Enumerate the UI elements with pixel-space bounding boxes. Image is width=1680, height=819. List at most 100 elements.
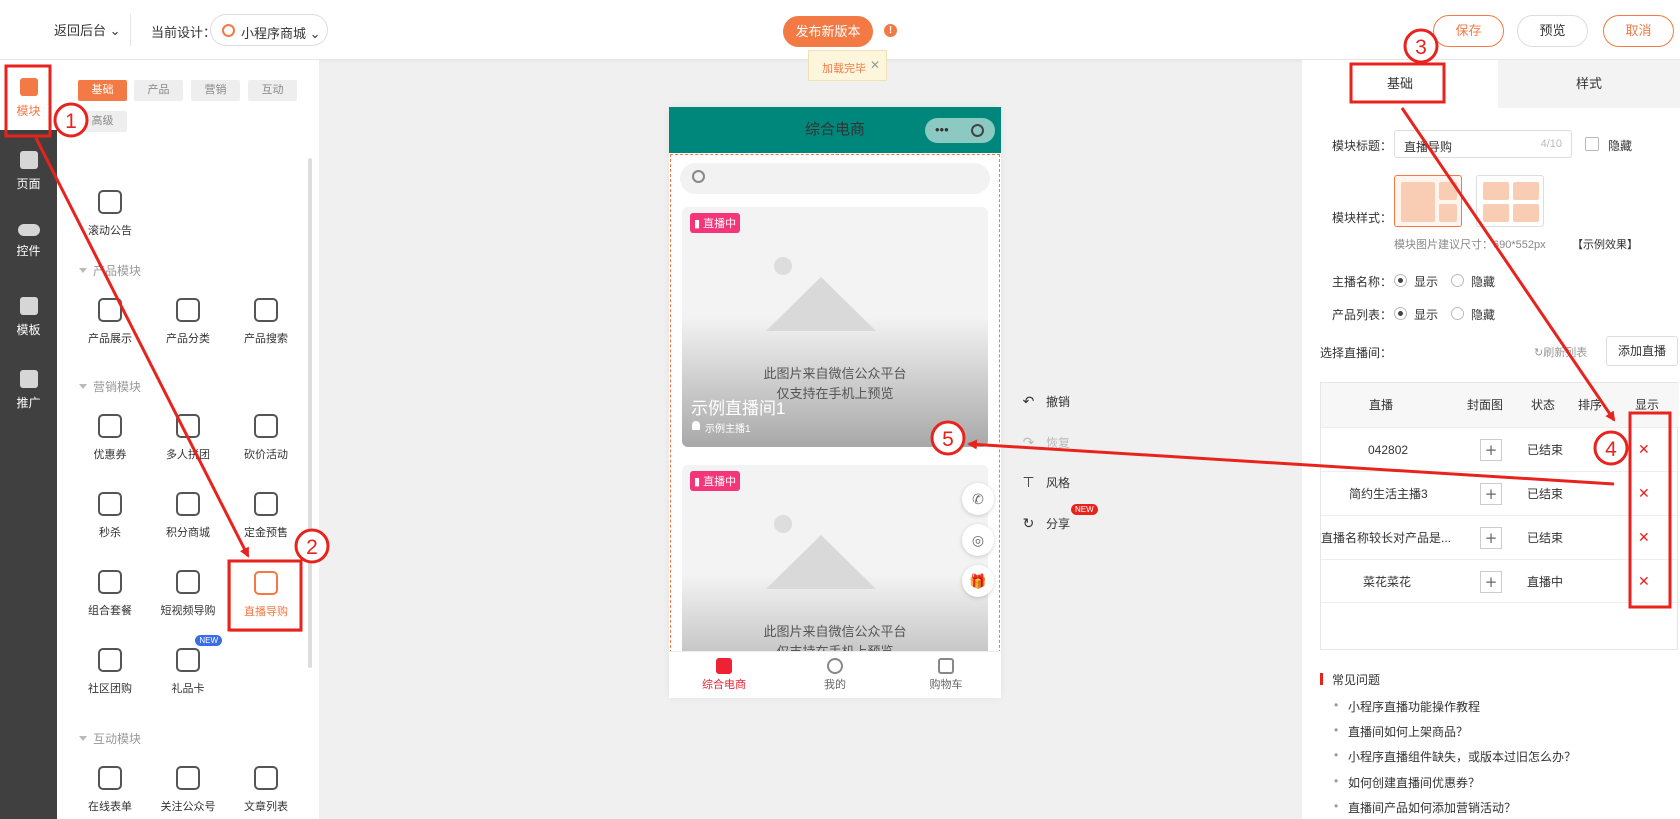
tab-home[interactable]: 综合电商 [669, 652, 779, 692]
image-icon [1439, 204, 1457, 222]
image-size-hint: 模块图片建议尺寸：690*552px [1394, 239, 1546, 251]
wechat-float-button[interactable]: ◎ [962, 524, 994, 556]
cancel-button[interactable]: 取消 [1603, 15, 1674, 47]
sidebar-item-module[interactable]: 模块 [0, 60, 57, 130]
module-community-group[interactable]: 社区团购 [74, 638, 146, 710]
preview-button[interactable]: 预览 [1517, 15, 1588, 47]
faq-link[interactable]: 小程序直播组件缺失，或版本过旧怎么办？ [1334, 748, 1576, 765]
filter-tab-interaction[interactable]: 互动 [248, 80, 297, 101]
filter-tab-advanced[interactable]: 高级 [78, 111, 127, 132]
module-follow-account[interactable]: 关注公众号 [152, 756, 224, 819]
style-option-1[interactable] [1394, 175, 1462, 227]
hide-checkbox[interactable] [1585, 137, 1599, 151]
save-button[interactable]: 保存 [1433, 15, 1504, 47]
share-button[interactable]: ↻ 分享 [1021, 515, 1070, 532]
module-product-display[interactable]: 产品展示 [74, 288, 146, 360]
sidebar-item-page[interactable]: 页面 [0, 133, 57, 203]
publish-button[interactable]: 发布新版本 [783, 16, 873, 47]
sidebar-item-control[interactable]: 控件 [0, 206, 57, 276]
module-gift-card[interactable]: NEW 礼品卡 [152, 635, 224, 710]
faq-link[interactable]: 直播间如何上架商品？ [1334, 723, 1468, 740]
tab-cart[interactable]: 购物车 [891, 652, 1001, 692]
faq-link[interactable]: 如何创建直播间优惠券？ [1334, 774, 1480, 791]
module-combo[interactable]: 组合套餐 [74, 560, 146, 632]
delete-row-button[interactable]: ✕ [1638, 560, 1650, 604]
sidebar-item-template[interactable]: 模板 [0, 279, 57, 349]
anchor-hide-radio[interactable] [1451, 274, 1464, 287]
close-icon[interactable]: ✕ [870, 58, 880, 72]
anchor-name: 示例主播1 [705, 424, 751, 435]
module-panel: 基础 产品 营销 互动 高级 滚动公告 产品模块 产品展示 产品分类 产品搜索 … [57, 60, 319, 819]
module-group-buy[interactable]: 多人拼团 [152, 404, 224, 476]
refresh-icon: ↻ [1534, 347, 1544, 359]
tab-basic[interactable]: 基础 [1302, 60, 1498, 108]
delete-row-button[interactable]: ✕ [1638, 428, 1650, 472]
image-placeholder-sun [774, 515, 792, 533]
home-icon [716, 658, 732, 674]
module-bargain[interactable]: 砍价活动 [230, 404, 302, 476]
group-icon [176, 414, 200, 438]
template-icon [19, 297, 38, 315]
module-presale[interactable]: 定金预售 [230, 482, 302, 554]
delete-row-button[interactable]: ✕ [1638, 472, 1650, 516]
example-link[interactable]: 【示例效果】 [1572, 236, 1638, 252]
faq-link[interactable]: 小程序直播功能操作教程 [1334, 698, 1480, 715]
target-icon [971, 124, 984, 137]
refresh-list-button[interactable]: ↻刷新列表 [1534, 344, 1587, 360]
add-cover-button[interactable]: + [1480, 527, 1502, 549]
community-icon [98, 648, 122, 672]
module-product-search[interactable]: 产品搜索 [230, 288, 302, 360]
section-header-interaction[interactable]: 互动模块 [79, 730, 141, 747]
module-live-shopping[interactable]: 直播导购 [230, 560, 302, 632]
module-short-video[interactable]: 短视频导购 [152, 560, 224, 632]
faq-link[interactable]: 直播间产品如何添加营销活动？ [1334, 799, 1516, 816]
filter-tab-product[interactable]: 产品 [134, 80, 183, 101]
module-flash-sale[interactable]: 秒杀 [74, 482, 146, 554]
panel-scrollbar[interactable] [308, 158, 312, 668]
more-dots-icon: ••• [935, 122, 949, 137]
diamond-icon [176, 492, 200, 516]
add-cover-button[interactable]: + [1480, 571, 1502, 593]
style-option-2[interactable] [1476, 175, 1544, 227]
module-online-form[interactable]: 在线表单 [74, 756, 146, 819]
product-list-label: 产品列表： [1332, 308, 1393, 322]
module-coupon[interactable]: 优惠券 [74, 404, 146, 476]
filter-tab-basic[interactable]: 基础 [78, 80, 127, 101]
warning-icon[interactable]: ! [884, 24, 897, 37]
module-article-list[interactable]: 文章列表 [230, 756, 302, 819]
table-row: 042802 + 已结束 ✕ [1321, 427, 1679, 471]
design-select[interactable]: 小程序商城 ⌄ [210, 14, 328, 46]
anchor-show-radio[interactable] [1394, 274, 1407, 287]
share-icon: ↻ [1022, 515, 1035, 531]
filter-tab-marketing[interactable]: 营销 [191, 80, 240, 101]
section-header-marketing[interactable]: 营销模块 [79, 378, 141, 395]
module-points-mall[interactable]: 积分商城 [152, 482, 224, 554]
redo-button[interactable]: ↷ 恢复 [1021, 434, 1070, 451]
module-scroll-notice[interactable]: 滚动公告 [74, 180, 146, 252]
live-card[interactable]: ▮ 直播中 此图片来自微信公众平台 仅支持在手机上预览 示例直播间1 示例主播1 [682, 207, 988, 447]
add-cover-button[interactable]: + [1480, 439, 1502, 461]
add-live-button[interactable]: 添加直播 [1606, 336, 1678, 366]
module-product-category[interactable]: 产品分类 [152, 288, 224, 360]
product-hide-radio[interactable] [1451, 307, 1464, 320]
phone-preview: 综合电商 ••• ▮ 直播中 此图片来自微信公众平台 仅支持在手机上预览 示例直播… [669, 107, 1001, 698]
user-icon [827, 658, 843, 674]
phone-float-button[interactable]: ✆ [962, 483, 994, 515]
product-show-radio[interactable] [1394, 307, 1407, 320]
char-count: 4/10 [1540, 138, 1562, 150]
show-label: 显示 [1414, 275, 1439, 289]
hide-label: 隐藏 [1471, 275, 1496, 289]
delete-row-button[interactable]: ✕ [1638, 516, 1650, 560]
module-title-input[interactable]: 直播导购 4/10 [1394, 130, 1572, 158]
phone-search-bar[interactable] [680, 163, 990, 194]
add-cover-button[interactable]: + [1480, 483, 1502, 505]
back-to-admin-button[interactable]: 返回后台 ⌄ [54, 20, 121, 39]
tab-style[interactable]: 样式 [1498, 60, 1680, 108]
undo-button[interactable]: ↶ 撤销 [1021, 393, 1070, 410]
tab-mine[interactable]: 我的 [780, 652, 890, 692]
gift-float-button[interactable]: 🎁 [962, 565, 994, 597]
sidebar-item-promote[interactable]: 推广 [0, 352, 57, 422]
style-button[interactable]: ⊤ 风格 [1021, 474, 1070, 491]
table-row: 菜花菜花 + 直播中 ✕ [1321, 559, 1679, 603]
section-header-product[interactable]: 产品模块 [79, 262, 141, 279]
